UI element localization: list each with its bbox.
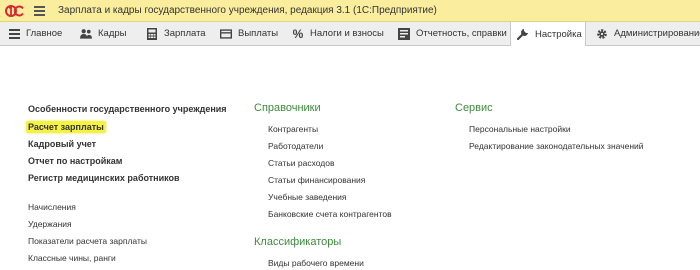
section-settings-label: Настройка (535, 28, 582, 40)
service-heading: Сервис (455, 102, 493, 114)
section-administration-label: Администрирование (614, 28, 700, 39)
link-expense-items[interactable]: Статьи расходов (268, 158, 335, 168)
link-legislative-values[interactable]: Редактирование законодательных значений (469, 141, 644, 151)
link-deductions[interactable]: Удержания (28, 219, 72, 229)
section-taxes[interactable]: % Налоги и взносы (292, 22, 384, 45)
link-personal-settings[interactable]: Персональные настройки (469, 124, 571, 134)
link-work-time-types[interactable]: Виды рабочего времени (268, 258, 364, 268)
link-settings-report[interactable]: Отчет по настройкам (28, 156, 122, 166)
menu-lines-icon (8, 28, 20, 40)
link-financing-items[interactable]: Статьи финансирования (268, 175, 365, 185)
link-medical-register[interactable]: Регистр медицинских работников (28, 173, 180, 183)
calculator-icon (146, 27, 158, 40)
link-counterparty-bank-accounts[interactable]: Банковские счета контрагентов (268, 209, 392, 219)
section-personnel-label: Кадры (98, 28, 127, 39)
section-salary-label: Зарплата (164, 28, 206, 39)
section-main-label: Главное (26, 28, 63, 39)
section-payments-label: Выплаты (238, 28, 279, 39)
section-taxes-label: Налоги и взносы (310, 28, 384, 39)
window-title: Зарплата и кадры государственного учрежд… (58, 5, 437, 16)
link-educational-institutions[interactable]: Учебные заведения (268, 192, 347, 202)
wrench-icon (517, 28, 529, 40)
link-counterparties[interactable]: Контрагенты (268, 124, 318, 134)
people-icon (80, 28, 92, 40)
title-bar: Зарплата и кадры государственного учрежд… (0, 0, 700, 22)
sections-panel: Главное Кадры Зарплата Выплаты % Налоги … (0, 22, 700, 46)
section-reports-label: Отчетность, справки (416, 28, 507, 39)
section-main[interactable]: Главное (8, 22, 62, 45)
gear-icon (596, 28, 608, 40)
link-salary-indicators[interactable]: Показатели расчета зарплаты (28, 236, 147, 246)
section-salary[interactable]: Зарплата (146, 22, 206, 45)
main-menu-icon[interactable] (34, 4, 48, 18)
link-gov-features[interactable]: Особенности государственного учреждения (28, 104, 227, 114)
section-administration[interactable]: Администрирование (596, 22, 700, 45)
section-settings[interactable]: Настройка (510, 22, 586, 46)
section-payments[interactable]: Выплаты (220, 22, 278, 45)
link-employers[interactable]: Работодатели (268, 141, 323, 151)
link-hr-accounting[interactable]: Кадровый учет (28, 139, 96, 149)
section-personnel[interactable]: Кадры (80, 22, 126, 45)
link-class-ranks[interactable]: Классные чины, ранги (28, 253, 116, 263)
payments-icon (220, 28, 232, 40)
section-reports[interactable]: Отчетность, справки (398, 22, 507, 45)
1c-logo-icon[interactable] (3, 2, 29, 20)
link-accruals[interactable]: Начисления (28, 202, 76, 212)
reports-icon (398, 27, 410, 40)
highlighted-label: Расчет зарплаты (26, 121, 106, 133)
link-salary-calculation[interactable]: Расчет зарплаты (26, 121, 106, 133)
percent-icon: % (292, 26, 304, 41)
classifiers-heading: Классификаторы (254, 236, 342, 248)
directories-heading: Справочники (254, 102, 321, 114)
